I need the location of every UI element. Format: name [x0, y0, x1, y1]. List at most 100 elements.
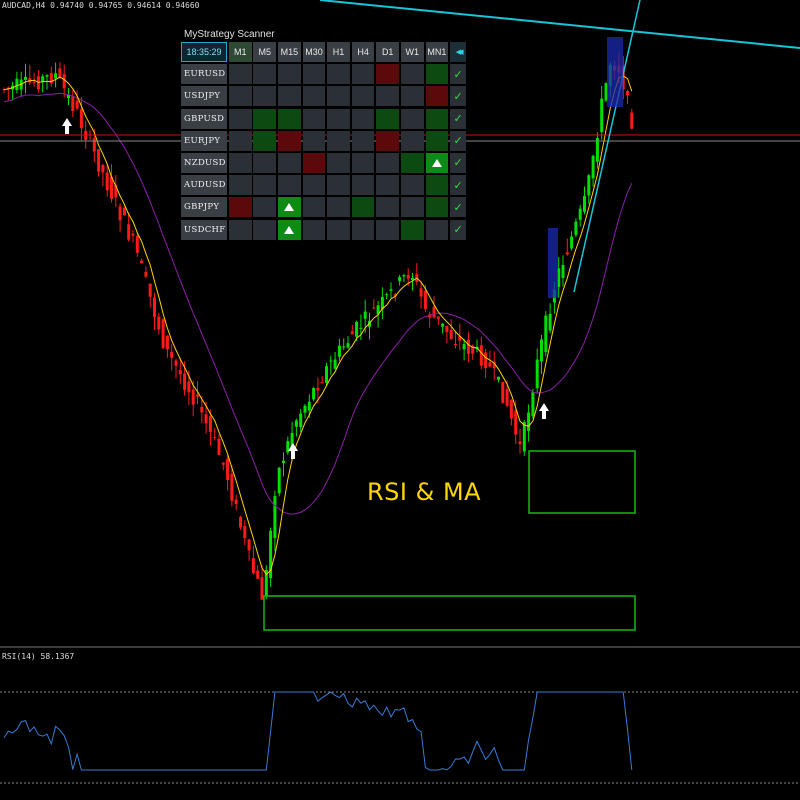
- signal-cell-h1[interactable]: [327, 219, 350, 240]
- signal-cell-m15[interactable]: [278, 152, 301, 173]
- signal-cell-w1[interactable]: [400, 108, 424, 129]
- signal-cell-mn1[interactable]: [425, 64, 449, 85]
- signal-cell-h4[interactable]: [351, 152, 375, 173]
- signal-cell-d1[interactable]: [376, 152, 400, 173]
- check-mark-icon[interactable]: ✓: [450, 130, 467, 151]
- signal-cell-m5[interactable]: [253, 64, 277, 85]
- signal-cell-m5[interactable]: [253, 152, 277, 173]
- timeframe-m15[interactable]: M15: [278, 42, 301, 62]
- signal-cell-mn1[interactable]: [425, 197, 449, 218]
- timeframe-h4[interactable]: H4: [351, 42, 375, 62]
- signal-cell-m30[interactable]: [302, 86, 326, 107]
- symbol-label[interactable]: USDCHF: [181, 219, 227, 240]
- check-mark-icon[interactable]: ✓: [450, 86, 467, 107]
- signal-cell-w1[interactable]: [400, 197, 424, 218]
- scanner-row-usdjpy[interactable]: USDJPY ✓: [181, 86, 471, 107]
- signal-cell-w1[interactable]: [400, 219, 424, 240]
- check-mark-icon[interactable]: ✓: [450, 175, 467, 196]
- signal-cell-h4[interactable]: [351, 86, 375, 107]
- signal-cell-d1[interactable]: [376, 64, 400, 85]
- signal-cell-m1[interactable]: [228, 197, 252, 218]
- timeframe-h1[interactable]: H1: [327, 42, 350, 62]
- signal-cell-d1[interactable]: [376, 108, 400, 129]
- signal-cell-m1[interactable]: [228, 64, 252, 85]
- scanner-row-gbpjpy[interactable]: GBPJPY ✓: [181, 197, 471, 218]
- signal-cell-h1[interactable]: [327, 197, 350, 218]
- signal-cell-mn1[interactable]: [425, 108, 449, 129]
- scanner-row-gbpusd[interactable]: GBPUSD ✓: [181, 108, 471, 129]
- signal-cell-d1[interactable]: [376, 197, 400, 218]
- scanner-row-usdchf[interactable]: USDCHF ✓: [181, 219, 471, 240]
- signal-cell-h1[interactable]: [327, 108, 350, 129]
- signal-cell-mn1[interactable]: [425, 86, 449, 107]
- signal-cell-d1[interactable]: [376, 86, 400, 107]
- signal-cell-m1[interactable]: [228, 219, 252, 240]
- signal-cell-m1[interactable]: [228, 152, 252, 173]
- signal-cell-mn1[interactable]: [425, 152, 449, 173]
- signal-cell-m30[interactable]: [302, 152, 326, 173]
- signal-cell-m15[interactable]: [278, 130, 301, 151]
- demand-zone-lower[interactable]: [263, 595, 636, 631]
- symbol-label[interactable]: USDJPY: [181, 86, 227, 107]
- signal-cell-m5[interactable]: [253, 197, 277, 218]
- timeframe-d1[interactable]: D1: [376, 42, 400, 62]
- signal-cell-mn1[interactable]: [425, 219, 449, 240]
- timeframe-m1[interactable]: M1: [228, 42, 252, 62]
- scanner-row-eurjpy[interactable]: EURJPY ✓: [181, 130, 471, 151]
- signal-cell-m5[interactable]: [253, 86, 277, 107]
- symbol-label[interactable]: GBPUSD: [181, 108, 227, 129]
- signal-cell-d1[interactable]: [376, 175, 400, 196]
- check-mark-icon[interactable]: ✓: [450, 152, 467, 173]
- signal-cell-w1[interactable]: [400, 152, 424, 173]
- symbol-label[interactable]: GBPJPY: [181, 197, 227, 218]
- signal-cell-m5[interactable]: [253, 219, 277, 240]
- signal-cell-h4[interactable]: [351, 219, 375, 240]
- signal-cell-m15[interactable]: [278, 64, 301, 85]
- signal-cell-h1[interactable]: [327, 130, 350, 151]
- timeframe-m30[interactable]: M30: [302, 42, 326, 62]
- signal-cell-h4[interactable]: [351, 130, 375, 151]
- check-mark-icon[interactable]: ✓: [450, 197, 467, 218]
- signal-cell-m30[interactable]: [302, 219, 326, 240]
- signal-cell-h4[interactable]: [351, 197, 375, 218]
- signal-cell-h4[interactable]: [351, 108, 375, 129]
- check-mark-icon[interactable]: ✓: [450, 219, 467, 240]
- demand-zone-right[interactable]: [528, 450, 636, 514]
- signal-cell-h1[interactable]: [327, 152, 350, 173]
- signal-cell-m5[interactable]: [253, 130, 277, 151]
- symbol-label[interactable]: EURUSD: [181, 64, 227, 85]
- timeframe-w1[interactable]: W1: [400, 42, 424, 62]
- symbol-label[interactable]: AUDUSD: [181, 175, 227, 196]
- signal-cell-mn1[interactable]: [425, 175, 449, 196]
- signal-cell-m15[interactable]: [278, 197, 301, 218]
- signal-cell-m1[interactable]: [228, 86, 252, 107]
- signal-cell-m15[interactable]: [278, 86, 301, 107]
- signal-cell-m30[interactable]: [302, 175, 326, 196]
- signal-cell-w1[interactable]: [400, 86, 424, 107]
- signal-cell-h4[interactable]: [351, 175, 375, 196]
- signal-cell-h1[interactable]: [327, 86, 350, 107]
- signal-cell-w1[interactable]: [400, 130, 424, 151]
- signal-cell-d1[interactable]: [376, 130, 400, 151]
- scanner-row-audusd[interactable]: AUDUSD ✓: [181, 175, 471, 196]
- signal-cell-m15[interactable]: [278, 219, 301, 240]
- signal-cell-m15[interactable]: [278, 175, 301, 196]
- check-mark-icon[interactable]: ✓: [450, 108, 467, 129]
- signal-cell-m15[interactable]: [278, 108, 301, 129]
- signal-cell-m1[interactable]: [228, 108, 252, 129]
- symbol-label[interactable]: NZDUSD: [181, 152, 227, 173]
- scanner-row-nzdusd[interactable]: NZDUSD ✓: [181, 152, 471, 173]
- signal-cell-w1[interactable]: [400, 64, 424, 85]
- signal-cell-m5[interactable]: [253, 108, 277, 129]
- signal-cell-m30[interactable]: [302, 64, 326, 85]
- timeframe-m5[interactable]: M5: [253, 42, 277, 62]
- symbol-label[interactable]: EURJPY: [181, 130, 227, 151]
- timeframe-mn1[interactable]: MN1: [425, 42, 449, 62]
- check-mark-icon[interactable]: ✓: [450, 64, 467, 85]
- strategy-scanner-panel[interactable]: MyStrategy Scanner 18:35:29 M1 M5 M15 M30 H1…: [181, 28, 471, 242]
- signal-cell-m30[interactable]: [302, 108, 326, 129]
- signal-cell-w1[interactable]: [400, 175, 424, 196]
- signal-cell-m5[interactable]: [253, 175, 277, 196]
- signal-cell-m30[interactable]: [302, 197, 326, 218]
- signal-cell-m1[interactable]: [228, 175, 252, 196]
